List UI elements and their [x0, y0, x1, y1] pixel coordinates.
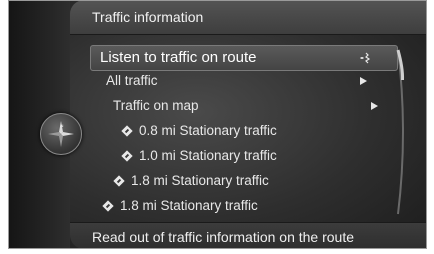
footer-bar: Read out of traffic information on the r… — [70, 222, 427, 249]
menu-item-label: 1.8 mi Stationary traffic — [131, 173, 269, 188]
menu-item-label: 1.0 mi Stationary traffic — [139, 148, 277, 163]
traffic-warning-icon — [113, 175, 125, 187]
compass-rose-icon: N — [48, 121, 74, 147]
traffic-warning-icon — [102, 200, 114, 212]
traffic-warning-icon — [121, 150, 133, 162]
compass-icon[interactable]: N — [40, 113, 82, 155]
menu-item-label: 0.8 mi Stationary traffic — [139, 123, 277, 138]
menu-item-traffic-event[interactable]: 1.8 mi Stationary traffic — [90, 195, 390, 217]
menu-item-traffic-event[interactable]: 0.8 mi Stationary traffic — [90, 120, 390, 142]
help-text: Read out of traffic information on the r… — [92, 229, 355, 245]
arrow-right-icon — [360, 77, 367, 85]
traffic-warning-icon — [121, 125, 133, 137]
traffic-menu: Listen to traffic on route All traffic T… — [90, 45, 406, 221]
menu-item-all-traffic[interactable]: All traffic — [90, 70, 396, 92]
svg-text:N: N — [61, 123, 64, 128]
scrollbar[interactable] — [396, 48, 408, 216]
title-bar: Traffic information — [70, 0, 427, 35]
menu-item-traffic-event[interactable]: 1.0 mi Stationary traffic — [90, 145, 390, 167]
page-title: Traffic information — [92, 9, 204, 25]
nav-screen: Traffic information N Listen to traffic … — [8, 0, 427, 249]
menu-item-listen-traffic[interactable]: Listen to traffic on route — [90, 45, 398, 71]
menu-item-label: All traffic — [106, 73, 158, 88]
arrow-right-icon — [371, 102, 378, 110]
menu-item-traffic-on-map[interactable]: Traffic on map — [90, 95, 396, 117]
menu-item-label: Traffic on map — [113, 98, 199, 113]
speak-icon — [360, 52, 371, 64]
menu-item-traffic-event[interactable]: 1.8 mi Stationary traffic — [90, 170, 390, 192]
menu-item-label: 1.8 mi Stationary traffic — [120, 198, 258, 213]
menu-item-label: Listen to traffic on route — [100, 49, 257, 66]
